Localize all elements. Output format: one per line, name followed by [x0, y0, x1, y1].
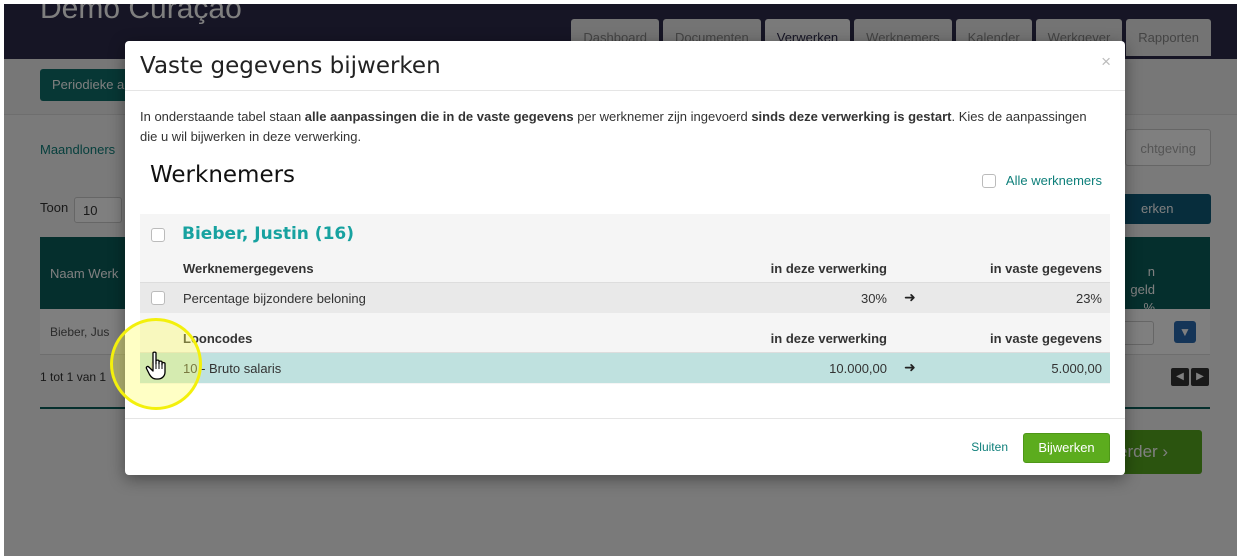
- employee-group: Bieber, Justin (16) Werknemergegevens in…: [140, 214, 1110, 384]
- row-label: Percentage bijzondere beloning: [183, 291, 366, 306]
- close-icon[interactable]: ×: [1101, 52, 1111, 72]
- row-fixed-value: 23%: [1075, 291, 1102, 306]
- close-button[interactable]: Sluiten: [971, 440, 1008, 454]
- employee-name[interactable]: Bieber, Justin (16): [182, 224, 354, 244]
- update-fixed-data-modal: Vaste gegevens bijwerken × In onderstaan…: [125, 41, 1125, 475]
- section-title: Werknemergegevens: [183, 261, 314, 276]
- section-header-employee-data: Werknemergegevens in deze verwerking in …: [140, 252, 1110, 282]
- table-row[interactable]: 10 - Bruto salaris 10.000,00 ➜ 5.000,00: [140, 352, 1110, 383]
- modal-intro-text: In onderstaande tabel staan alle aanpass…: [140, 109, 1087, 144]
- column-header-current: in deze verwerking: [770, 261, 887, 276]
- column-header-fixed: in vaste gegevens: [990, 331, 1102, 346]
- app-window: Demo Curaçao Dashboard Documenten Verwer…: [4, 4, 1237, 556]
- section-header-wage-codes: Looncodes in deze verwerking in vaste ge…: [140, 322, 1110, 352]
- hand-pointer-icon: [145, 351, 166, 380]
- employees-heading: Werknemers: [150, 162, 296, 188]
- modal-header: Vaste gegevens bijwerken ×: [125, 41, 1125, 91]
- row-fixed-value: 5.000,00: [1051, 361, 1102, 376]
- employee-checkbox[interactable]: [151, 228, 165, 242]
- column-header-current: in deze verwerking: [770, 331, 887, 346]
- arrow-right-icon: ➜: [904, 289, 916, 305]
- modal-footer: Sluiten Bijwerken: [125, 418, 1125, 475]
- select-all-label[interactable]: Alle werknemers: [1006, 173, 1102, 188]
- column-header-fixed: in vaste gegevens: [990, 261, 1102, 276]
- row-current-value: 30%: [860, 291, 887, 306]
- row-checkbox[interactable]: [151, 291, 165, 305]
- update-button[interactable]: Bijwerken: [1023, 433, 1110, 463]
- arrow-right-icon: ➜: [904, 359, 916, 375]
- row-current-value: 10.000,00: [829, 361, 887, 376]
- table-row[interactable]: Percentage bijzondere beloning 30% ➜ 23%: [140, 282, 1110, 313]
- modal-title: Vaste gegevens bijwerken: [140, 53, 441, 79]
- select-all-employees[interactable]: Alle werknemers: [981, 173, 1102, 188]
- select-all-checkbox[interactable]: [981, 173, 996, 188]
